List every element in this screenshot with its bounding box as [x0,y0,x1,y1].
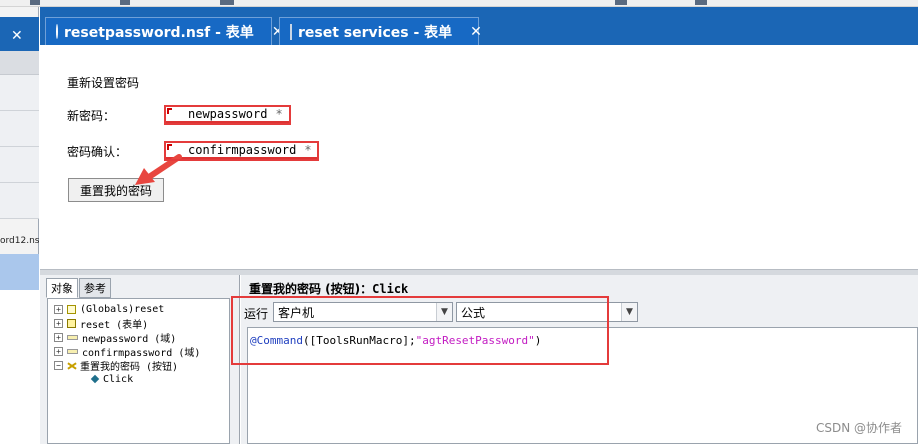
run-label: 运行 [244,307,269,321]
watermark: CSDN @协作者 [815,421,902,435]
tab-objects[interactable]: 对象 [46,278,78,298]
code-args: ([ToolsRunMacro]; [302,334,416,347]
confirm-password-label: 密码确认： [67,145,128,159]
tree-item-label: confirmpassword (域) [82,347,201,359]
code-close: ) [534,334,542,347]
toolbar-icon[interactable] [695,0,707,5]
field-corner-marker [167,108,172,114]
expand-icon[interactable]: + [54,318,63,328]
chevron-down-icon[interactable]: ▼ [621,303,637,321]
toolbar-strip [0,0,918,7]
form-design-area[interactable]: 重新设置密码 新密码： newpassword * 密码确认： confirmp… [40,45,918,269]
tree-item-click-event[interactable]: Click [48,372,133,386]
align-icon[interactable] [220,0,234,5]
form-title: 重新设置密码 [67,76,140,90]
run-target-value: 客户机 [278,305,315,320]
newpassword-field[interactable]: newpassword * [164,105,291,123]
chevron-down-icon[interactable]: ▼ [436,303,452,321]
form-page-icon [290,23,292,40]
annotation-arrow-icon [135,154,182,185]
event-diamond-icon [90,374,100,384]
field-icon [67,348,78,354]
collapse-icon[interactable]: − [54,360,63,370]
objects-tabs: 对象 参考 [46,278,112,298]
expand-icon[interactable]: + [54,332,63,342]
tree-item-confirmpassword[interactable]: + confirmpassword (域) [48,344,201,359]
list-item[interactable] [0,111,39,147]
tab-resetpassword-form[interactable]: resetpassword.nsf - 表单 ✕ [45,17,284,45]
field-icon [67,334,78,340]
tree-item-globals[interactable]: + (Globals)reset [48,302,164,316]
close-icon[interactable]: ✕ [470,24,482,40]
button-icon [67,361,76,370]
list-item[interactable] [0,147,39,183]
file-label: ord12.nsf [0,236,39,246]
left-pane-empty [0,290,39,444]
expand-icon[interactable]: + [54,304,63,314]
bold-icon[interactable] [30,0,40,5]
expand-icon[interactable]: + [54,346,63,356]
field-marker: * [304,143,312,157]
event-title-event: Click [372,282,409,296]
objects-pane: 对象 参考 + (Globals)reset + reset (表单) + ne… [40,275,240,444]
globals-icon [67,304,76,314]
confirmpassword-field[interactable]: confirmpassword * [164,141,319,159]
event-title: 重置我的密码 (按钮)：Click [249,280,408,297]
field-marker: * [275,107,283,121]
close-icon[interactable]: ✕ [11,28,23,44]
language-select[interactable]: 公式 ▼ [456,302,638,322]
tab-label: reset services - 表单 [298,24,453,41]
object-tree: + (Globals)reset + reset (表单) + newpassw… [47,298,230,444]
tree-item-newpassword[interactable]: + newpassword (域) [48,330,177,345]
tree-item-label: reset (表单) [80,319,149,331]
toolbar-icon[interactable] [120,0,130,5]
tree-item-label: (Globals)reset [80,303,165,315]
tab-bar: resetpassword.nsf - 表单 ✕ reset services … [40,7,918,45]
tab-label: resetpassword.nsf - 表单 [64,24,254,41]
run-target-select[interactable]: 客户机 ▼ [273,302,453,322]
code-string: "agtResetPassword" [415,334,535,347]
form-icon [67,318,76,328]
code-function: @Command [250,334,303,347]
language-value: 公式 [461,305,486,320]
formula-code: @Command([ToolsRunMacro];"agtResetPasswo… [250,334,541,347]
left-navigator-pane: ✕ ord12.nsf [0,7,39,444]
field-name: newpassword [188,107,268,121]
list-item[interactable] [0,75,39,111]
left-pane-header: ✕ [0,17,39,51]
tree-item-label: 重置我的密码 (按钮) [80,361,179,373]
new-password-label: 新密码： [67,109,116,123]
tree-item-button[interactable]: − 重置我的密码 (按钮) [48,358,179,373]
tree-item-label: Click [103,373,134,385]
selected-list-item[interactable] [0,254,39,290]
database-globe-icon [56,24,58,39]
toolbar-icon[interactable] [615,0,627,5]
event-title-object: 重置我的密码 (按钮)： [249,282,373,296]
field-corner-marker [167,144,172,150]
tree-item-form[interactable]: + reset (表单) [48,316,149,331]
designer-window: ✕ ord12.nsf resetpassword.nsf - 表单 ✕ res… [0,0,918,444]
tree-item-label: newpassword (域) [82,333,177,345]
tab-reference[interactable]: 参考 [79,278,111,298]
tab-reset-services-form[interactable]: reset services - 表单 ✕ [279,17,482,45]
left-pane-bar [0,51,39,75]
field-name: confirmpassword [188,143,297,157]
list-item[interactable] [0,183,39,219]
